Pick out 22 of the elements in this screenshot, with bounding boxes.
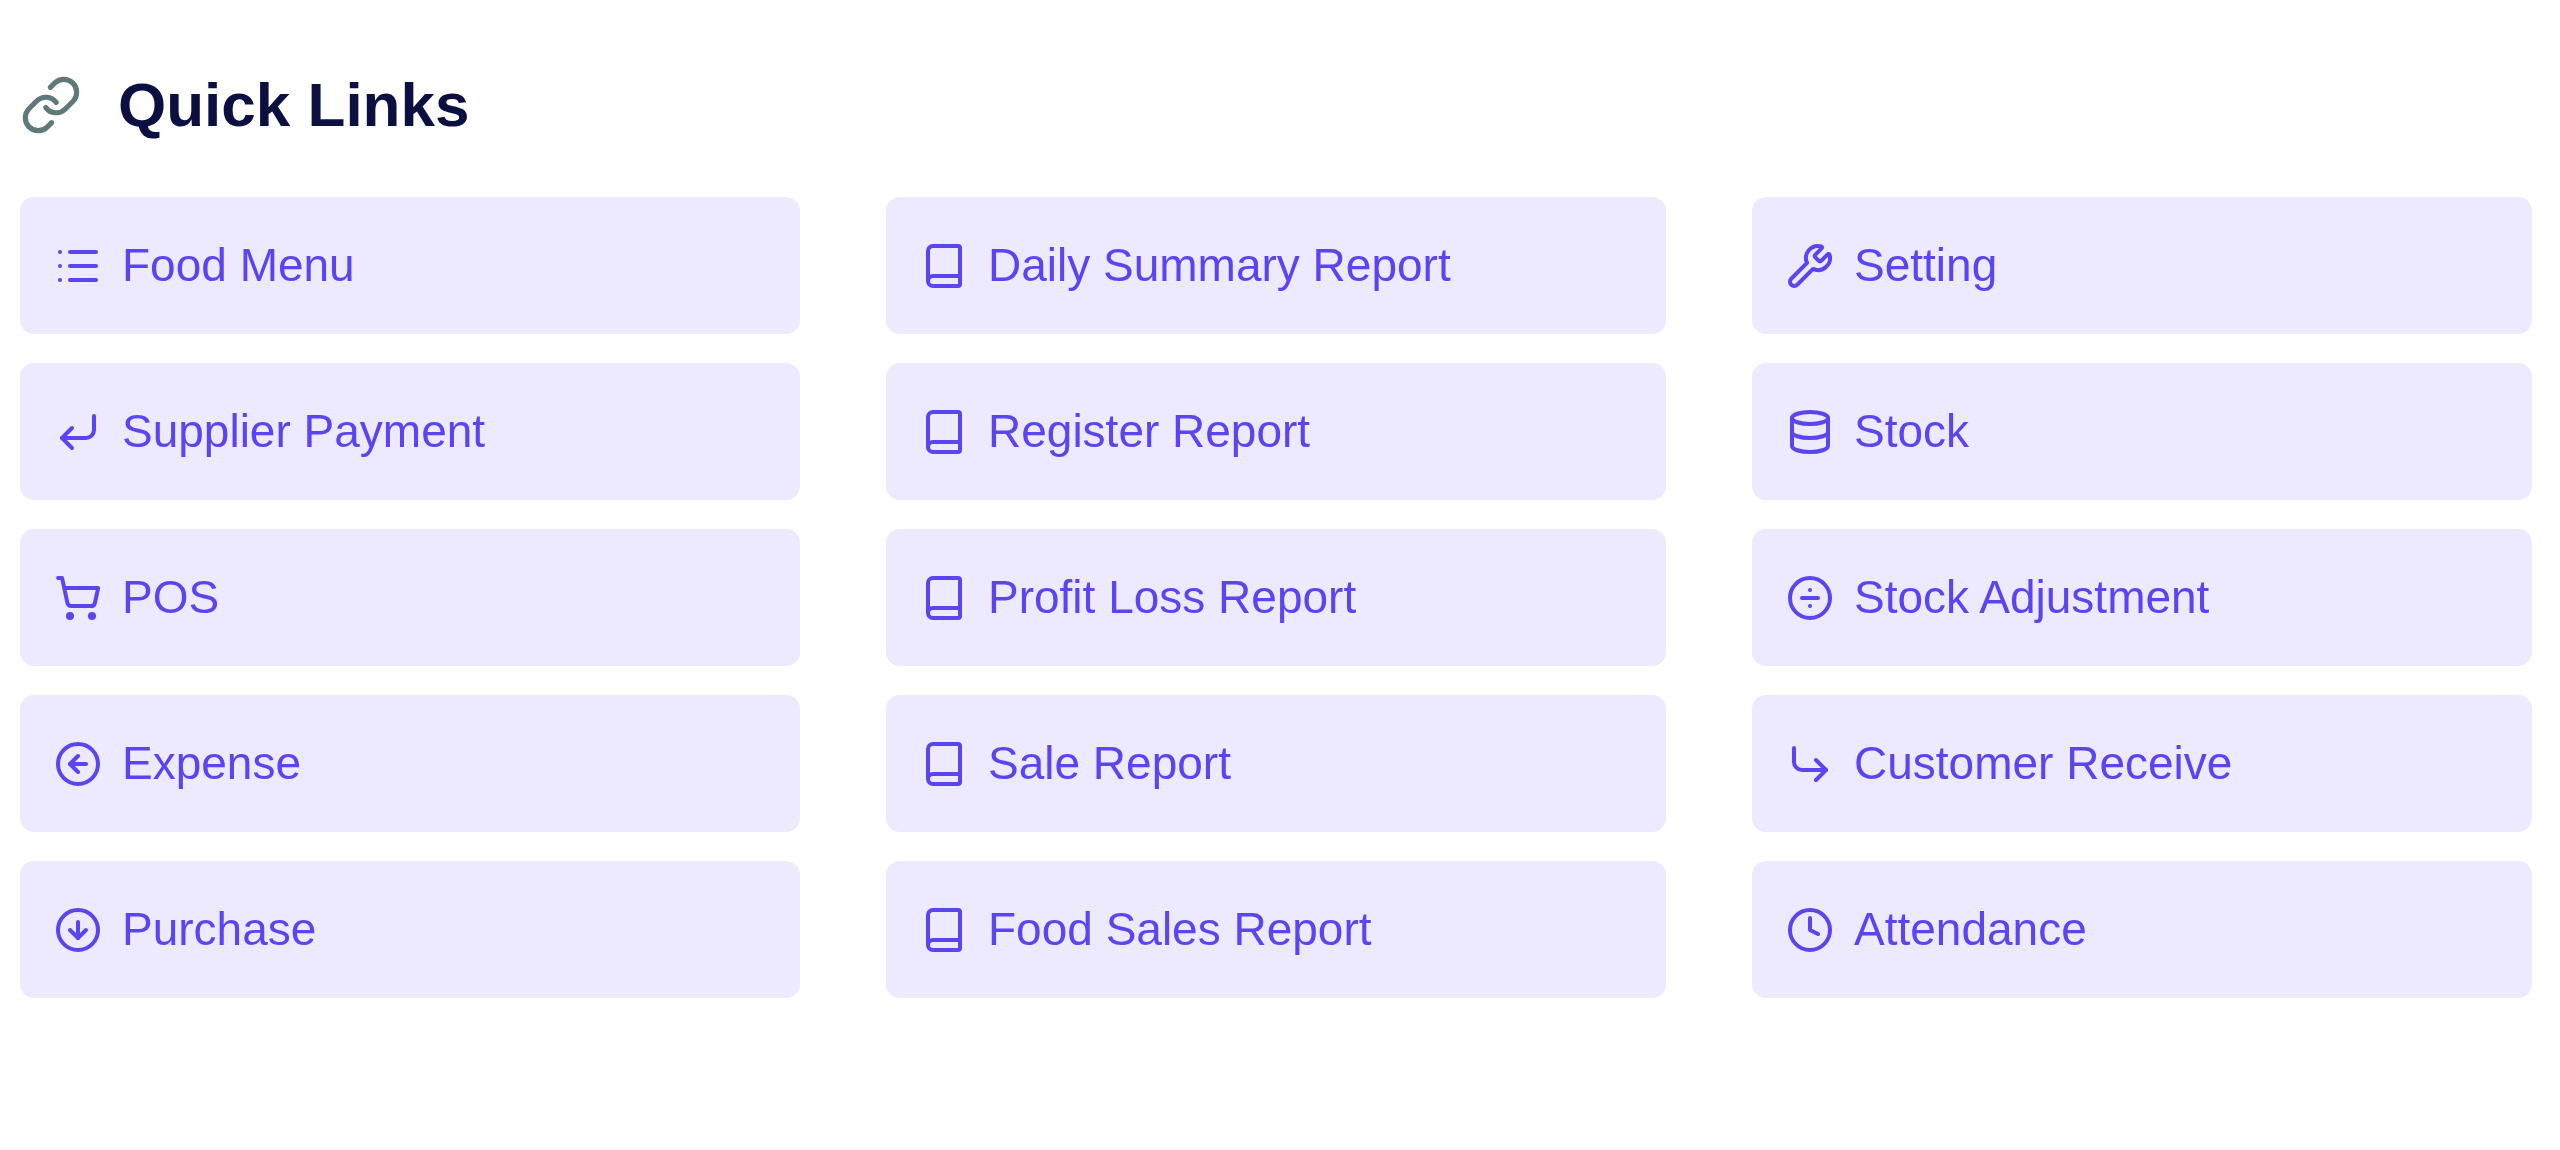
quick-link[interactable]: Sale Report — [886, 695, 1666, 832]
circle-divide-icon — [1786, 573, 1834, 622]
circle-arrow-left-icon — [54, 739, 102, 788]
quick-link[interactable]: Supplier Payment — [20, 363, 800, 500]
quick-link[interactable]: Register Report — [886, 363, 1666, 500]
quick-link[interactable]: Purchase — [20, 861, 800, 998]
quick-link[interactable]: Profit Loss Report — [886, 529, 1666, 666]
clock-icon — [1786, 905, 1834, 954]
cart-icon — [54, 573, 102, 622]
circle-arrow-down-icon — [54, 905, 102, 954]
quick-link[interactable]: Daily Summary Report — [886, 197, 1666, 334]
quick-link[interactable]: Expense — [20, 695, 800, 832]
quick-link[interactable]: Food Menu — [20, 197, 800, 334]
page-title: Quick Links — [118, 69, 470, 141]
quick-link[interactable]: POS — [20, 529, 800, 666]
quick-link[interactable]: Stock — [1752, 363, 2532, 500]
quick-link[interactable]: Setting — [1752, 197, 2532, 334]
quick-link[interactable]: Attendance — [1752, 861, 2532, 998]
quick-link[interactable]: Stock Adjustment — [1752, 529, 2532, 666]
quick-link[interactable]: Food Sales Report — [886, 861, 1666, 998]
quick-link[interactable]: Customer Receive — [1752, 695, 2532, 832]
wrench-icon — [1786, 241, 1834, 290]
